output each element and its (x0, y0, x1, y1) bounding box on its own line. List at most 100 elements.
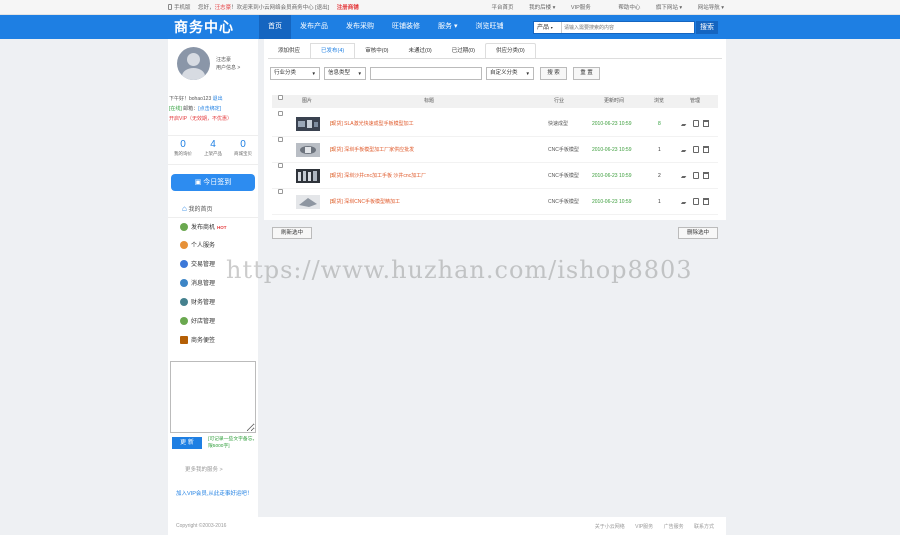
keyword-input[interactable] (370, 67, 482, 80)
sidebar-item-shop[interactable]: 好店管理 (168, 313, 258, 332)
note-icon (180, 336, 188, 344)
mobile-link[interactable]: 手机版 (174, 5, 191, 11)
hot-badge: HOT (217, 225, 227, 230)
site-logo[interactable]: 商务中心 (174, 17, 234, 37)
vip-join-link[interactable]: 加入VIP会员,从此走事好运吧！ (176, 489, 254, 499)
footer-link-contact[interactable]: 联系方式 (694, 524, 714, 530)
tab-add-supply[interactable]: 添加供应 (268, 43, 310, 59)
vip-status-link[interactable]: 开启VIP（无效期，不优惠） (169, 114, 257, 124)
topbar-link-nav[interactable]: 网站导航 ▾ (698, 5, 724, 11)
stat-store-items[interactable]: 0 商城宝贝 (228, 136, 258, 164)
table-row: ⌂ [现货] 深圳CNC手板模型精加工 CNC手板模型 2010-06-23 1… (272, 189, 718, 215)
stat-inquiries[interactable]: 0 我的询价 (168, 136, 198, 164)
more-services-link[interactable]: 更多我的服务 > (185, 465, 223, 473)
edit-icon[interactable] (680, 172, 690, 178)
industry-select[interactable]: 行业分类 ▼ (270, 67, 320, 80)
nav-item-browse-shop[interactable]: 浏览旺铺 (466, 15, 512, 39)
col-updated: 更新时间 (604, 98, 625, 104)
sidebar-item-publish[interactable]: 发布商机 HOT (168, 218, 258, 237)
col-image: 图片 (302, 98, 313, 104)
tab-published[interactable]: 已发布(4) (310, 43, 356, 59)
copyright: Copyright ©2003-2016 (176, 523, 227, 529)
nav-item-shop-decor[interactable]: 旺铺装修 (383, 15, 429, 39)
tab-reviewing[interactable]: 审核中(0) (355, 43, 398, 59)
bind-email-link[interactable]: [点击绑定] (198, 106, 221, 112)
table-row: ⌂ [现货] 深圳沙井cnc加工手板 沙井cnc加工厂 CNC手板模型 2010… (272, 163, 718, 189)
footer-link-vip[interactable]: VIP服务 (635, 524, 653, 530)
stat-products[interactable]: 4 上架产品 (198, 136, 228, 164)
top-utility-bar: 手机版 您好，汪志豪！欢迎来到小云网络会员商务中心 [退出] 注册商铺 平台首页… (0, 0, 900, 15)
greeting-text: 您好， (198, 5, 215, 11)
search-category-select[interactable]: 产品 ▾ (534, 22, 562, 33)
delete-selected-button[interactable]: 删除选中 (678, 227, 718, 239)
topbar-links: 平台首页 我的后楼 ▾ VIP服务 帮助中心 旗下网站 ▾ 网站导航 ▾ (478, 3, 724, 11)
row-updated-time: 2010-06-23 10:59 (592, 121, 632, 127)
search-button[interactable]: 搜索 (696, 21, 718, 34)
edit-icon[interactable] (680, 198, 690, 204)
custom-category-select[interactable]: 自定义分类 ▼ (486, 67, 534, 80)
info-type-select[interactable]: 信息类型 ▼ (324, 67, 366, 80)
topbar-link-home[interactable]: 平台首页 (492, 5, 514, 11)
topbar-link-help[interactable]: 帮助中心 (618, 5, 640, 11)
sidebar-item-finance[interactable]: 财务管理 (168, 294, 258, 313)
nav-item-service[interactable]: 服务 ▾ (429, 15, 466, 39)
message-icon (180, 279, 188, 287)
watermark-text: https://www.huzhan.com/ishop8803 (226, 256, 693, 284)
trash-icon[interactable] (703, 198, 709, 205)
topbar-link-mine[interactable]: 我的后楼 ▾ (529, 5, 555, 11)
user-link[interactable]: 汪志豪 (215, 5, 232, 11)
email-label: 邮箱： (183, 106, 199, 112)
finance-icon (180, 298, 188, 306)
search-input[interactable] (564, 23, 692, 32)
nav-item-publish-product[interactable]: 发布产品 (291, 15, 337, 39)
row-industry: CNC手板模型 (548, 199, 579, 205)
tab-expired[interactable]: 已过期(0) (442, 43, 485, 59)
nav-menu: 首页 发布产品 发布采购 旺铺装修 服务 ▾ 浏览旺铺 (259, 15, 512, 39)
filter-bar: 行业分类 ▼ 信息类型 ▼ 自定义分类 ▼ 搜 索 重 置 (270, 67, 720, 80)
avatar[interactable] (177, 47, 210, 80)
register-shop-link[interactable]: 注册商铺 (337, 5, 359, 11)
trash-icon[interactable] (703, 172, 709, 179)
sidebar-item-notes[interactable]: 商务便签 (168, 332, 258, 351)
product-thumbnail[interactable] (296, 117, 320, 131)
trash-icon[interactable] (703, 146, 709, 153)
nav-item-publish-purchase[interactable]: 发布采购 (337, 15, 383, 39)
trade-icon (180, 260, 188, 268)
product-thumbnail[interactable] (296, 195, 320, 209)
footer-link-about[interactable]: 关于小云网络 (595, 524, 625, 530)
sidebar-exit-link[interactable]: 退出 (213, 96, 223, 102)
refresh-icon[interactable] (693, 146, 699, 153)
tab-supply-category[interactable]: 供应分类(0) (484, 43, 536, 59)
edit-icon[interactable] (680, 146, 690, 152)
refresh-icon[interactable] (693, 198, 699, 205)
topbar-link-sites[interactable]: 旗下网站 ▾ (656, 5, 682, 11)
col-manage: 管理 (690, 98, 701, 104)
user-status-block: 下午好！bohao123 退出 [在线] 邮箱：[点击绑定] 开启VIP（无效期… (169, 94, 257, 124)
sidebar-item-home[interactable]: ⌂ 我的首页 (168, 199, 258, 218)
refresh-icon[interactable] (693, 120, 699, 127)
calendar-icon: ▣ (194, 179, 202, 186)
topbar-link-vip[interactable]: VIP服务 (571, 5, 591, 11)
supply-list-panel: 添加供应 已发布(4) 审核中(0) 未通过(0) 已过期(0) 供应分类(0)… (264, 39, 726, 220)
note-textarea[interactable] (170, 361, 256, 433)
user-info-link[interactable]: 用户信息 > (216, 64, 240, 71)
daily-signin-button[interactable]: ▣ 今日签到 (171, 174, 255, 191)
product-thumbnail[interactable] (296, 169, 320, 183)
bulk-action-bar: 刷新选中 删除选中 (264, 220, 726, 242)
tab-rejected[interactable]: 未通过(0) (398, 43, 441, 59)
logout-link[interactable]: [退出] (315, 5, 329, 11)
refresh-selected-button[interactable]: 刷新选中 (272, 227, 312, 239)
col-industry: 行业 (554, 98, 565, 104)
refresh-icon[interactable] (693, 172, 699, 179)
note-update-button[interactable]: 更 新 (172, 437, 202, 449)
chevron-down-icon: ▼ (525, 71, 530, 76)
edit-icon[interactable] (680, 120, 690, 126)
trash-icon[interactable] (703, 120, 709, 127)
col-title: 标题 (424, 98, 435, 104)
filter-reset-button[interactable]: 重 置 (573, 67, 600, 80)
filter-search-button[interactable]: 搜 索 (540, 67, 567, 80)
product-thumbnail[interactable] (296, 143, 320, 157)
sidebar-item-personal[interactable]: 个人服务 (168, 237, 258, 256)
footer-link-ads[interactable]: 广告服务 (664, 524, 684, 530)
nav-item-home[interactable]: 首页 (259, 15, 291, 39)
